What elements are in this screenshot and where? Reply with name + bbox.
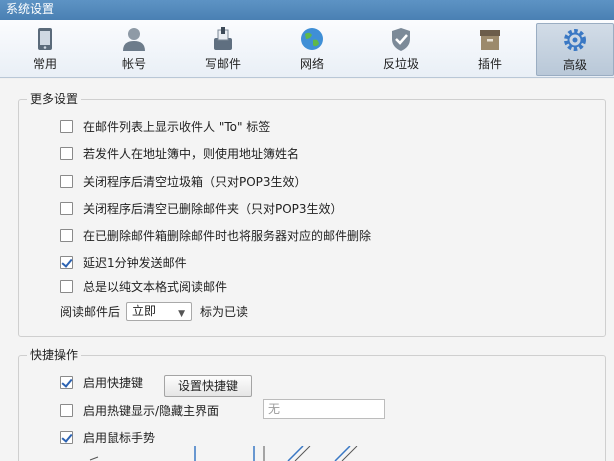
- tab-antispam[interactable]: 反垃圾: [362, 23, 440, 76]
- option-label: 启用快捷键: [83, 376, 144, 390]
- tab-advanced[interactable]: 高级: [536, 23, 614, 76]
- gear-icon: [564, 29, 586, 51]
- advanced-settings-panel: 更多设置 在邮件列表上显示收件人 "To" 标签 若发件人在地址簿中，则使用地址…: [0, 79, 614, 461]
- hotkey-input[interactable]: 无: [263, 399, 385, 419]
- chevron-down-icon: ▼: [178, 309, 185, 319]
- user-icon: [123, 28, 145, 51]
- checkbox[interactable]: [60, 280, 73, 293]
- option-label: 启用鼠标手势: [83, 431, 156, 445]
- compose-icon: [214, 27, 232, 50]
- checkbox[interactable]: [60, 175, 73, 188]
- mouse-gesture-preview: [89, 446, 358, 461]
- tab-label: 常用: [32, 57, 57, 71]
- option-delete-on-server[interactable]: 在已删除邮件箱删除邮件时也将服务器对应的邮件删除: [60, 228, 371, 246]
- phone-icon: [38, 28, 52, 50]
- option-label: 总是以纯文本格式阅读邮件: [83, 280, 228, 294]
- checkbox[interactable]: [60, 431, 73, 444]
- window-title: 系统设置: [0, 0, 614, 20]
- option-label: 在邮件列表上显示收件人 "To" 标签: [83, 120, 271, 134]
- checkbox[interactable]: [60, 256, 73, 269]
- checkbox[interactable]: [60, 120, 73, 133]
- option-delay-send[interactable]: 延迟1分钟发送邮件: [60, 255, 187, 273]
- tab-account[interactable]: 帐号: [95, 23, 173, 76]
- checkbox[interactable]: [60, 147, 73, 160]
- settings-toolbar: 常用 帐号 写邮件 网络 反垃圾 插件 高级: [0, 20, 614, 78]
- option-show-to-label[interactable]: 在邮件列表上显示收件人 "To" 标签: [60, 119, 270, 137]
- option-hotkey-toggle[interactable]: 启用热键显示/隐藏主界面: [60, 403, 219, 421]
- tab-label: 网络: [299, 57, 324, 71]
- tab-label: 写邮件: [204, 57, 241, 71]
- option-use-addressbook-name[interactable]: 若发件人在地址簿中，则使用地址簿姓名: [60, 146, 299, 164]
- read-after-select[interactable]: 立即 ▼: [126, 302, 192, 321]
- tab-network[interactable]: 网络: [273, 23, 351, 76]
- tab-plugins[interactable]: 插件: [451, 23, 529, 76]
- checkbox[interactable]: [60, 202, 73, 215]
- select-value: 立即: [132, 304, 157, 318]
- read-after-prefix: 阅读邮件后: [60, 305, 121, 319]
- option-label: 若发件人在地址簿中，则使用地址簿姓名: [83, 147, 300, 161]
- tab-compose[interactable]: 写邮件: [184, 23, 262, 76]
- option-plain-text[interactable]: 总是以纯文本格式阅读邮件: [60, 279, 227, 297]
- option-label: 延迟1分钟发送邮件: [83, 256, 187, 270]
- checkbox[interactable]: [60, 376, 73, 389]
- tab-general[interactable]: 常用: [6, 23, 84, 76]
- box-icon: [480, 30, 500, 50]
- checkbox[interactable]: [60, 229, 73, 242]
- tab-label: 高级: [562, 58, 587, 72]
- checkbox[interactable]: [60, 404, 73, 417]
- shield-icon: [392, 28, 410, 51]
- group-title: 更多设置: [27, 92, 82, 106]
- option-label: 在已删除邮件箱删除邮件时也将服务器对应的邮件删除: [83, 229, 372, 243]
- option-label: 启用热键显示/隐藏主界面: [83, 404, 220, 418]
- option-label: 关闭程序后清空已删除邮件夹（只对POP3生效）: [83, 202, 343, 216]
- tab-label: 反垃圾: [382, 57, 419, 71]
- option-empty-deleted[interactable]: 关闭程序后清空已删除邮件夹（只对POP3生效）: [60, 201, 343, 219]
- tab-label: 帐号: [121, 57, 146, 71]
- set-shortcut-button[interactable]: 设置快捷键: [164, 375, 252, 397]
- option-label: 关闭程序后清空垃圾箱（只对POP3生效）: [83, 175, 307, 189]
- option-empty-junk[interactable]: 关闭程序后清空垃圾箱（只对POP3生效）: [60, 174, 307, 192]
- tab-label: 插件: [477, 57, 502, 71]
- globe-icon: [301, 28, 323, 50]
- read-after-suffix: 标为已读: [200, 305, 249, 319]
- group-title: 快捷操作: [27, 348, 82, 362]
- option-enable-shortcuts[interactable]: 启用快捷键: [60, 375, 143, 393]
